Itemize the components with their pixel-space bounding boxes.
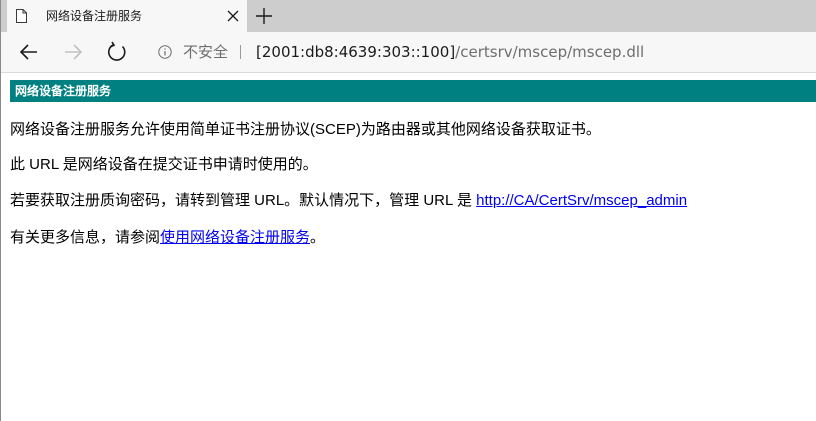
more-info-text: 有关更多信息，请参阅 — [10, 229, 161, 246]
admin-url-text: 若要获取注册质询密码，请转到管理 URL。默认情况下，管理 URL 是 — [10, 192, 477, 209]
url-usage-paragraph: 此 URL 是网络设备在提交证书申请时使用的。 — [10, 156, 318, 173]
tab-strip: 网络设备注册服务 — [1, 0, 816, 32]
admin-url-paragraph: 若要获取注册质询密码，请转到管理 URL。默认情况下，管理 URL 是 http… — [10, 191, 687, 211]
info-icon[interactable] — [158, 45, 172, 59]
tab-title: 网络设备注册服务 — [46, 9, 143, 23]
url-text[interactable]: [2001:db8:4639:303::100]/certsrv/mscep/m… — [256, 36, 644, 68]
page-content: 网络设备注册服务 网络设备注册服务允许使用简单证书注册协议(SCEP)为路由器或… — [9, 73, 816, 421]
url-host: [2001:db8:4639:303::100] — [256, 43, 456, 61]
ndes-help-link[interactable]: 使用网络设备注册服务 — [160, 229, 310, 246]
back-arrow-icon[interactable] — [17, 40, 41, 64]
navigation-toolbar: 不安全 [2001:db8:4639:303::100]/certsrv/msc… — [1, 32, 816, 72]
active-tab[interactable]: 网络设备注册服务 — [7, 0, 247, 32]
browser-window: 网络设备注册服务 不安全 [2001:db8:4639:303::100]/ce… — [0, 0, 816, 421]
page-icon — [16, 9, 27, 23]
more-info-paragraph: 有关更多信息，请参阅使用网络设备注册服务。 — [10, 228, 325, 248]
admin-url-link[interactable]: http://CA/CertSrv/mscep_admin — [476, 192, 687, 209]
address-separator — [240, 45, 241, 59]
url-path: /certsrv/mscep/mscep.dll — [455, 43, 645, 61]
page-header-bar: 网络设备注册服务 — [10, 80, 816, 102]
close-icon[interactable] — [227, 10, 239, 22]
page-title: 网络设备注册服务 — [15, 84, 112, 98]
address-bar[interactable]: 不安全 [2001:db8:4639:303::100]/certsrv/msc… — [149, 36, 816, 68]
more-info-suffix: 。 — [310, 229, 326, 246]
security-status-label[interactable]: 不安全 — [183, 36, 228, 68]
plus-icon[interactable] — [255, 7, 273, 25]
refresh-icon[interactable] — [105, 40, 129, 64]
forward-arrow-icon[interactable] — [61, 40, 85, 64]
description-paragraph: 网络设备注册服务允许使用简单证书注册协议(SCEP)为路由器或其他网络设备获取证… — [10, 121, 601, 138]
